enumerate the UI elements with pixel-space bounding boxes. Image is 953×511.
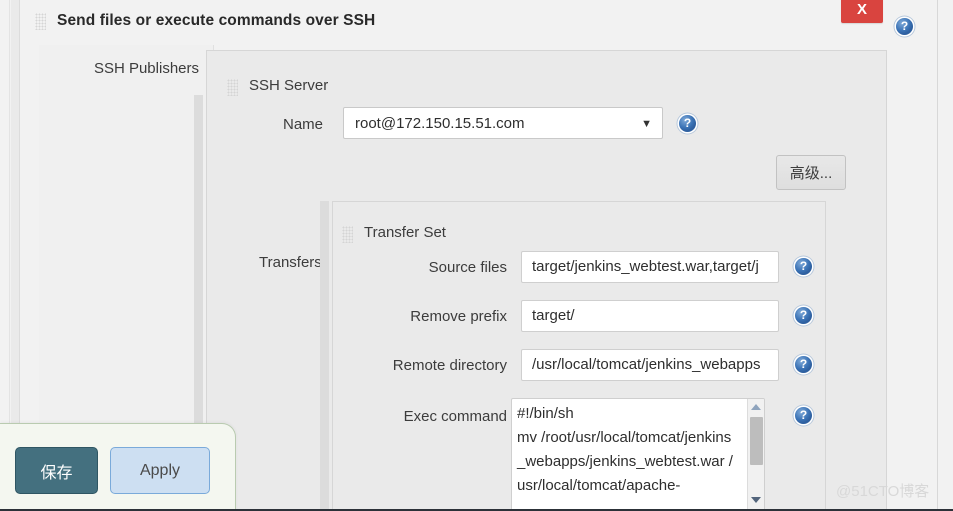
help-circle-icon[interactable]: [795, 258, 812, 275]
scroll-up-arrow-icon[interactable]: [751, 404, 761, 410]
save-bar: 保存 Apply: [0, 423, 236, 511]
source-files-input[interactable]: target/jenkins_webtest.war,target/j: [521, 251, 779, 283]
remove-prefix-input[interactable]: target/: [521, 300, 779, 332]
help-circle-icon[interactable]: [795, 356, 812, 373]
window-header: Send files or execute commands over SSH: [21, 0, 937, 45]
scrollbar-thumb[interactable]: [750, 417, 763, 465]
advanced-button[interactable]: 高级...: [776, 155, 846, 190]
help-circle-icon[interactable]: [795, 307, 812, 324]
app-window: Send files or execute commands over SSH …: [0, 0, 953, 511]
chevron-down-icon: ▼: [641, 118, 652, 130]
drag-grip-icon[interactable]: [342, 226, 353, 243]
ssh-server-title: SSH Server: [249, 77, 329, 94]
exec-command-label: Exec command: [403, 408, 507, 425]
save-button[interactable]: 保存: [15, 447, 98, 494]
exec-command-value: #!/bin/sh mv /root/usr/local/tomcat/jenk…: [517, 405, 733, 494]
page-right-rail: [937, 0, 953, 511]
drag-grip-icon[interactable]: [35, 13, 46, 30]
transfer-panel-drag-rail[interactable]: [320, 201, 329, 511]
remote-directory-input[interactable]: /usr/local/tomcat/jenkins_webapps: [521, 349, 779, 381]
remove-prefix-label: Remove prefix: [410, 308, 507, 325]
help-circle-icon[interactable]: [795, 407, 812, 424]
exec-command-textarea[interactable]: #!/bin/sh mv /root/usr/local/tomcat/jenk…: [511, 398, 765, 511]
page-title: Send files or execute commands over SSH: [57, 12, 376, 29]
name-label: Name: [282, 116, 323, 133]
ssh-server-name-value: root@172.150.15.51.com: [355, 115, 525, 132]
ssh-server-name-select[interactable]: root@172.150.15.51.com ▼: [343, 107, 663, 139]
watermark: @51CTO博客: [836, 483, 930, 500]
close-button[interactable]: X: [841, 0, 883, 23]
help-circle-icon[interactable]: [679, 115, 696, 132]
ssh-publishers-label: SSH Publishers: [93, 60, 199, 77]
transfers-label: Transfers: [259, 254, 322, 271]
textarea-scrollbar[interactable]: [747, 399, 764, 510]
drag-grip-icon[interactable]: [227, 79, 238, 96]
scroll-down-arrow-icon[interactable]: [751, 497, 761, 503]
source-files-label: Source files: [428, 259, 507, 276]
apply-button[interactable]: Apply: [110, 447, 210, 494]
remote-directory-label: Remote directory: [392, 357, 507, 374]
help-circle-icon[interactable]: [896, 18, 913, 35]
transfer-set-title: Transfer Set: [364, 224, 446, 241]
